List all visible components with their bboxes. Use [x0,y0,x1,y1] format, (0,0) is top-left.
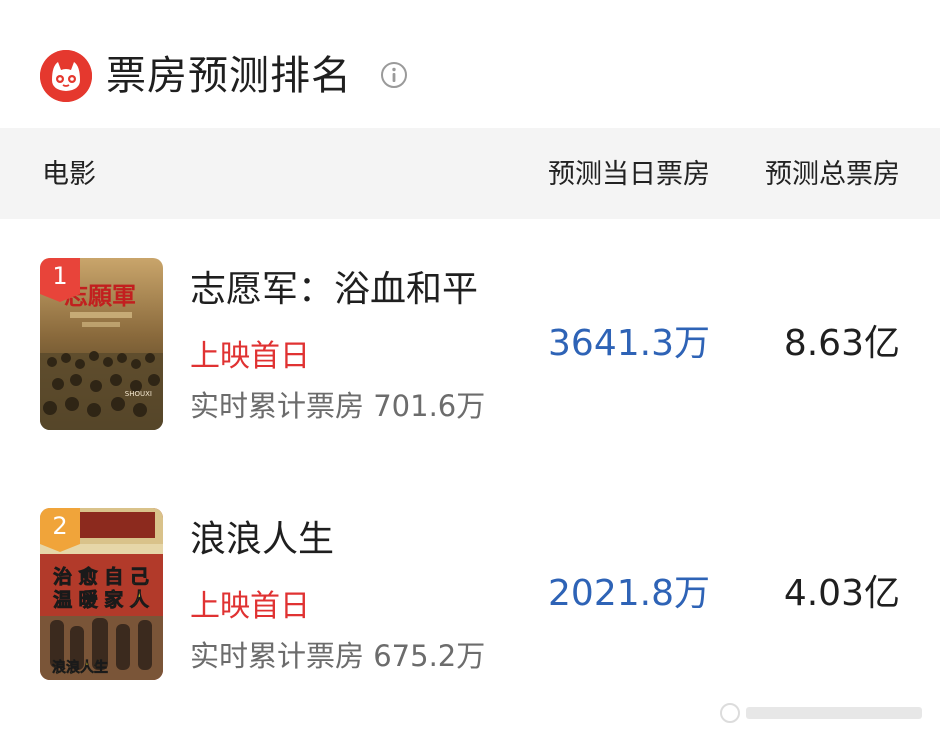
movie-row[interactable]: 治 愈 自 己 温 暖 家 人 浪浪人生 2 浪浪人生 上映首日 实时累计票房 … [0,508,940,680]
poster-logo-text: 浪浪人生 [52,659,108,676]
cumulative-box-office: 实时累计票房 701.6万 [190,389,486,423]
movie-title[interactable]: 志愿军：浴血和平 [190,268,478,312]
watermark [718,701,928,725]
poster-tagline-1: 治 愈 自 己 [53,565,149,588]
predicted-total-box-office: 4.03亿 [783,573,900,614]
column-movie: 电影 [42,159,96,190]
column-header-bar: 电影 预测当日票房 预测总票房 [0,128,940,219]
cat-logo-icon [40,50,92,102]
predicted-day-box-office: 2021.8万 [548,573,710,614]
page-title: 票房预测排名 [106,53,352,99]
rank-badge: 2 [40,508,80,552]
movie-poster[interactable]: 志願軍 SHOUXI 1 [40,258,163,430]
poster-tagline-2: 温 暖 家 人 [53,588,150,611]
page-header: 票房预测排名 [0,0,940,128]
release-status: 上映首日 [190,339,310,374]
rank-number: 1 [52,262,68,290]
rank-number: 2 [52,512,68,540]
poster-logo-text: SHOUXI [125,390,152,398]
cumulative-box-office: 实时累计票房 675.2万 [190,639,486,673]
column-total-box[interactable]: 预测总票房 [765,158,900,192]
rank-badge: 1 [40,258,80,302]
release-status: 上映首日 [190,589,310,624]
info-icon[interactable] [380,61,408,89]
column-day-box[interactable]: 预测当日票房 [548,158,710,192]
predicted-day-box-office: 3641.3万 [548,323,710,364]
predicted-total-box-office: 8.63亿 [783,323,900,364]
movie-row[interactable]: 志願軍 SHOUXI 1 志愿军：浴血和平 上映首日 实时累计票房 701.6万… [0,258,940,430]
movie-poster[interactable]: 治 愈 自 己 温 暖 家 人 浪浪人生 2 [40,508,163,680]
movie-title[interactable]: 浪浪人生 [190,518,334,562]
